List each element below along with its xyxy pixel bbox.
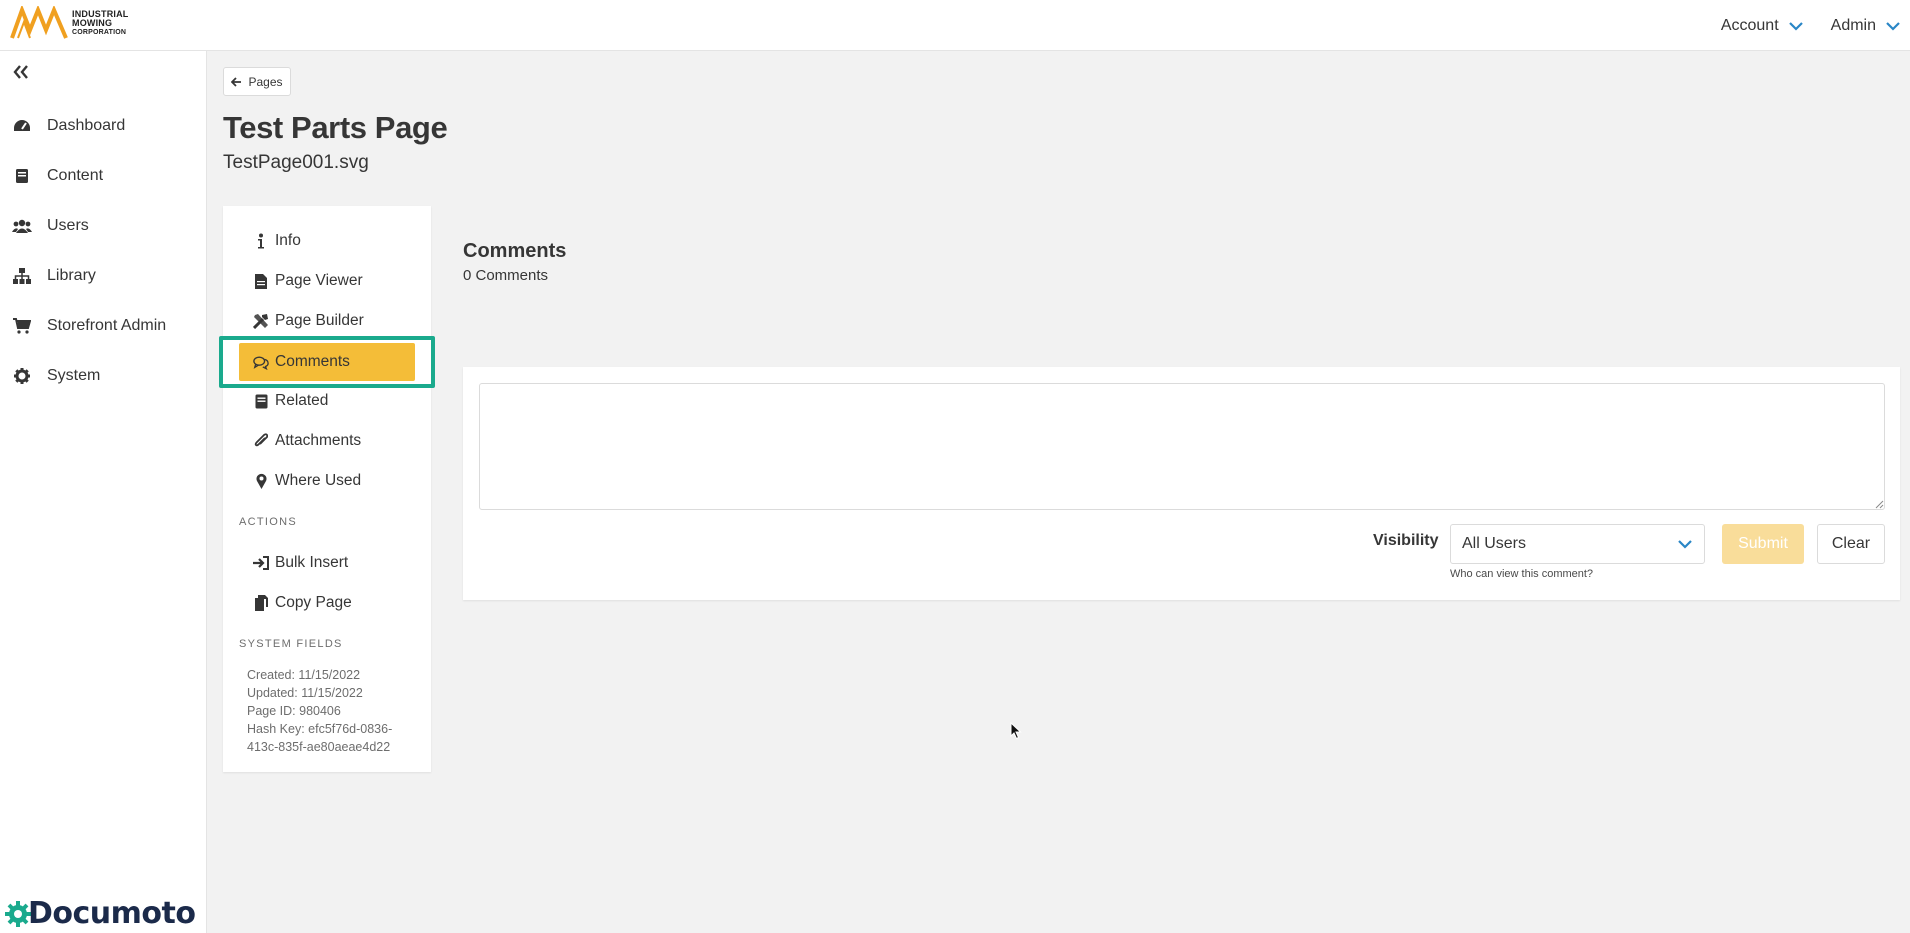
nav-item-storefront-admin[interactable]: Storefront Admin: [0, 301, 207, 351]
nav-item-system[interactable]: System: [0, 351, 207, 401]
action-label: Copy Page: [275, 594, 352, 611]
tab-label: Attachments: [275, 432, 362, 449]
industrial-mowing-logo-icon: [10, 6, 68, 40]
gear-icon: [12, 367, 32, 385]
map-marker-icon: [253, 473, 269, 489]
account-menu-label: Account: [1720, 16, 1779, 34]
clear-button[interactable]: Clear: [1817, 524, 1885, 564]
tab-where-used[interactable]: Where Used: [253, 467, 361, 495]
account-menu[interactable]: Account: [1721, 17, 1803, 35]
comment-form: Visibility All Users Who can view this c…: [463, 367, 1900, 600]
admin-menu-label: Admin: [1830, 16, 1876, 34]
mouse-cursor-icon: [1010, 722, 1022, 740]
brand-name: INDUSTRIAL MOWING CORPORATION: [72, 9, 129, 37]
file-icon: [253, 273, 269, 289]
paperclip-icon: [253, 433, 269, 449]
resize-handle-icon[interactable]: [1875, 500, 1884, 509]
tab-comments[interactable]: Comments: [239, 343, 415, 381]
page-id: Page ID: 980406: [247, 704, 341, 718]
main-nav: Dashboard Content Users Library Storefro…: [0, 101, 207, 401]
nav-item-label: Dashboard: [47, 117, 126, 134]
tools-icon: [253, 313, 269, 329]
action-bulk-insert[interactable]: Bulk Insert: [253, 549, 348, 577]
tab-attachments[interactable]: Attachments: [253, 427, 361, 455]
nav-item-content[interactable]: Content: [0, 151, 207, 201]
visibility-label: Visibility: [1373, 532, 1439, 549]
created-date: Created: 11/15/2022: [247, 668, 361, 682]
book-icon: [12, 167, 32, 185]
visibility-select[interactable]: All Users: [1450, 524, 1705, 564]
book-icon: [253, 393, 269, 409]
cart-icon: [12, 317, 32, 335]
back-button-label: Pages: [248, 74, 283, 89]
updated-date: Updated: 11/15/2022: [247, 686, 363, 700]
tab-label: Related: [275, 392, 329, 409]
collapse-sidebar-icon[interactable]: [12, 63, 30, 81]
comments-heading: Comments: [463, 240, 567, 262]
dashboard-icon: [12, 117, 32, 135]
chevron-down-icon: [1788, 21, 1803, 31]
visibility-selected-value: All Users: [1462, 535, 1527, 552]
sitemap-icon: [12, 267, 32, 285]
actions-section-label: ACTIONS: [239, 516, 297, 528]
arrow-left-icon: [231, 76, 242, 87]
nav-item-label: Storefront Admin: [47, 317, 167, 334]
nav-item-label: Library: [47, 267, 96, 284]
top-bar: INDUSTRIAL MOWING CORPORATION Account Ad…: [0, 0, 1910, 51]
comments-count: 0 Comments: [463, 267, 549, 284]
documoto-wordmark: Documoto: [28, 896, 196, 931]
tab-label: Page Builder: [275, 312, 364, 329]
main-sidebar: Dashboard Content Users Library Storefro…: [0, 51, 207, 933]
admin-menu[interactable]: Admin: [1831, 17, 1900, 35]
tab-label: Where Used: [275, 472, 362, 489]
submit-button[interactable]: Submit: [1722, 524, 1804, 564]
brand-line-3: CORPORATION: [72, 28, 127, 36]
brand-line-2: MOWING: [72, 17, 113, 28]
chevron-down-icon: [1886, 21, 1900, 31]
nav-item-label: Content: [47, 167, 104, 184]
brand-logo[interactable]: INDUSTRIAL MOWING CORPORATION: [10, 6, 129, 40]
system-fields: Created: 11/15/2022 Updated: 11/15/2022 …: [247, 666, 417, 756]
comments-icon: [253, 354, 269, 370]
documoto-logo: Documoto: [4, 896, 196, 931]
action-copy-page[interactable]: Copy Page: [253, 589, 352, 617]
system-fields-section-label: SYSTEM FIELDS: [239, 638, 343, 650]
page-title: Test Parts Page: [223, 110, 448, 145]
tab-page-viewer[interactable]: Page Viewer: [253, 267, 363, 295]
tab-page-builder[interactable]: Page Builder: [253, 307, 364, 335]
tab-info[interactable]: Info: [253, 227, 301, 255]
tab-label: Info: [275, 232, 301, 249]
top-menu: Account Admin: [1693, 0, 1900, 51]
nav-item-library[interactable]: Library: [0, 251, 207, 301]
visibility-help-text: Who can view this comment?: [1450, 568, 1594, 580]
info-icon: [253, 233, 269, 249]
nav-item-dashboard[interactable]: Dashboard: [0, 101, 207, 151]
users-icon: [12, 217, 32, 235]
tab-label: Comments: [275, 353, 350, 370]
sign-in-icon: [253, 555, 269, 571]
chevron-down-icon: [1678, 540, 1692, 549]
comment-textarea[interactable]: [479, 383, 1885, 510]
hash-key: Hash Key: efc5f76d-0836-413c-835f-ae80ae…: [247, 722, 393, 754]
back-to-pages-button[interactable]: Pages: [223, 67, 291, 96]
nav-item-label: System: [47, 367, 101, 384]
copy-icon: [253, 595, 269, 611]
nav-item-users[interactable]: Users: [0, 201, 207, 251]
nav-item-label: Users: [47, 217, 89, 234]
action-label: Bulk Insert: [275, 554, 349, 571]
tab-label: Page Viewer: [275, 272, 363, 289]
page-subtitle: TestPage001.svg: [223, 152, 369, 173]
page-sub-nav: Info Page Viewer Page Builder Comments R…: [219, 206, 435, 772]
tab-related[interactable]: Related: [253, 387, 328, 415]
